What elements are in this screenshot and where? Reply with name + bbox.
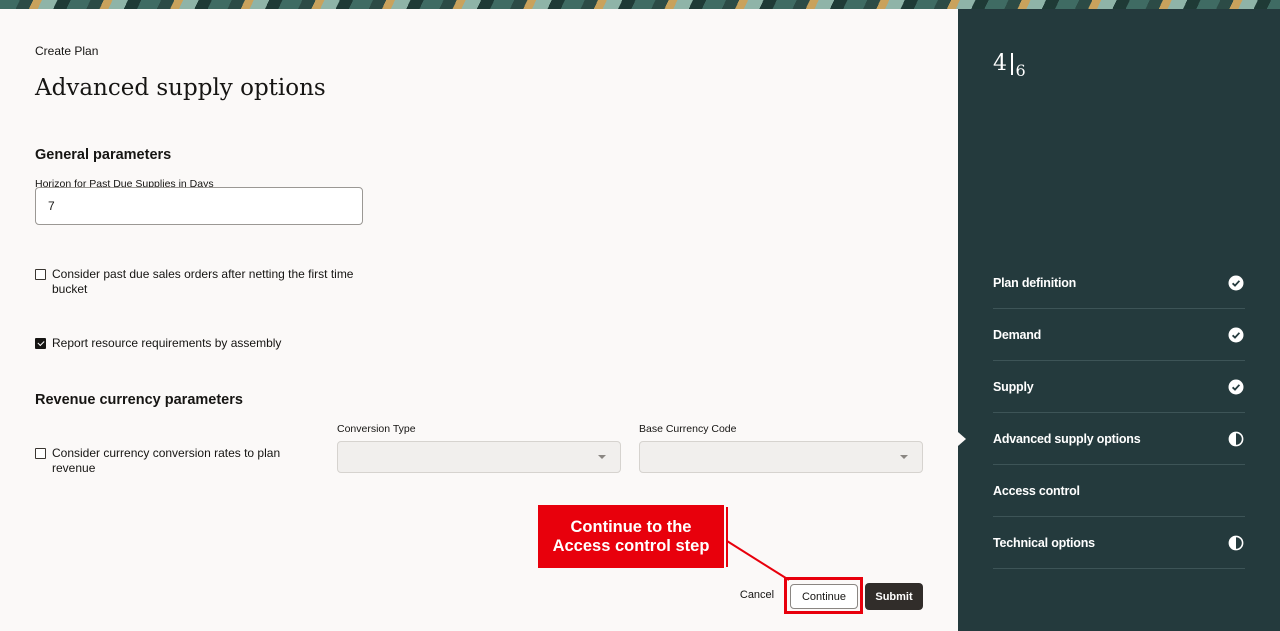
step-label: Technical options: [993, 535, 1095, 550]
conversion-type-label: Conversion Type: [337, 423, 416, 435]
resource-checkbox[interactable]: [35, 338, 46, 349]
check-circle-icon: [1228, 327, 1244, 343]
step-label: Supply: [993, 379, 1034, 394]
check-circle-icon: [1228, 275, 1244, 291]
base-currency-label: Base Currency Code: [639, 423, 737, 435]
step-separator: [1011, 53, 1013, 75]
train-sidebar: 4 6 Plan definition Demand Supply Advanc…: [958, 9, 1280, 631]
currency-checkbox-row[interactable]: Consider currency conversion rates to pl…: [35, 446, 295, 476]
horizon-input[interactable]: [35, 187, 363, 225]
revenue-parameters-heading: Revenue currency parameters: [35, 392, 243, 408]
resource-checkbox-row[interactable]: Report resource requirements by assembly: [35, 336, 365, 351]
step-access-control[interactable]: Access control: [993, 465, 1245, 517]
currency-checkbox-label: Consider currency conversion rates to pl…: [52, 446, 281, 475]
breadcrumb: Create Plan: [35, 44, 99, 58]
step-label: Access control: [993, 483, 1080, 498]
step-plan-definition[interactable]: Plan definition: [993, 257, 1245, 309]
annotation-highlight-box: [784, 577, 863, 614]
step-supply[interactable]: Supply: [993, 361, 1245, 413]
step-label: Plan definition: [993, 275, 1077, 290]
step-list: Plan definition Demand Supply Advanced s…: [958, 257, 1245, 569]
step-counter: 4 6: [993, 51, 1026, 80]
resource-checkbox-label: Report resource requirements by assembly: [52, 336, 282, 350]
main-panel: Create Plan Advanced supply options Gene…: [0, 9, 958, 631]
currency-checkbox[interactable]: [35, 448, 46, 459]
step-label: Advanced supply options: [993, 431, 1141, 446]
step-demand[interactable]: Demand: [993, 309, 1245, 361]
general-parameters-heading: General parameters: [35, 147, 172, 163]
step-technical-options[interactable]: Technical options: [993, 517, 1245, 569]
base-currency-select[interactable]: [639, 441, 923, 473]
past-due-checkbox[interactable]: [35, 269, 46, 280]
submit-button[interactable]: Submit: [865, 583, 923, 610]
step-label: Demand: [993, 327, 1042, 342]
chevron-down-icon: [598, 455, 606, 459]
past-due-checkbox-label: Consider past due sales orders after net…: [52, 267, 354, 296]
current-step-marker: [958, 432, 966, 446]
conversion-type-select[interactable]: [337, 441, 621, 473]
chevron-down-icon: [900, 455, 908, 459]
total-steps-number: 6: [1015, 61, 1026, 80]
current-step-number: 4: [993, 51, 1007, 76]
past-due-checkbox-row[interactable]: Consider past due sales orders after net…: [35, 267, 365, 297]
step-advanced-supply-options[interactable]: Advanced supply options: [958, 413, 1245, 465]
decorative-banner: [0, 0, 1280, 9]
annotation-callout: Continue to the Access control step: [538, 505, 724, 568]
annotation-callout-bar: [726, 507, 728, 567]
cancel-button[interactable]: Cancel: [731, 582, 783, 608]
check-circle-icon: [1228, 379, 1244, 395]
half-circle-icon: [1228, 431, 1244, 447]
page-title: Advanced supply options: [35, 75, 326, 101]
half-circle-icon: [1228, 535, 1244, 551]
